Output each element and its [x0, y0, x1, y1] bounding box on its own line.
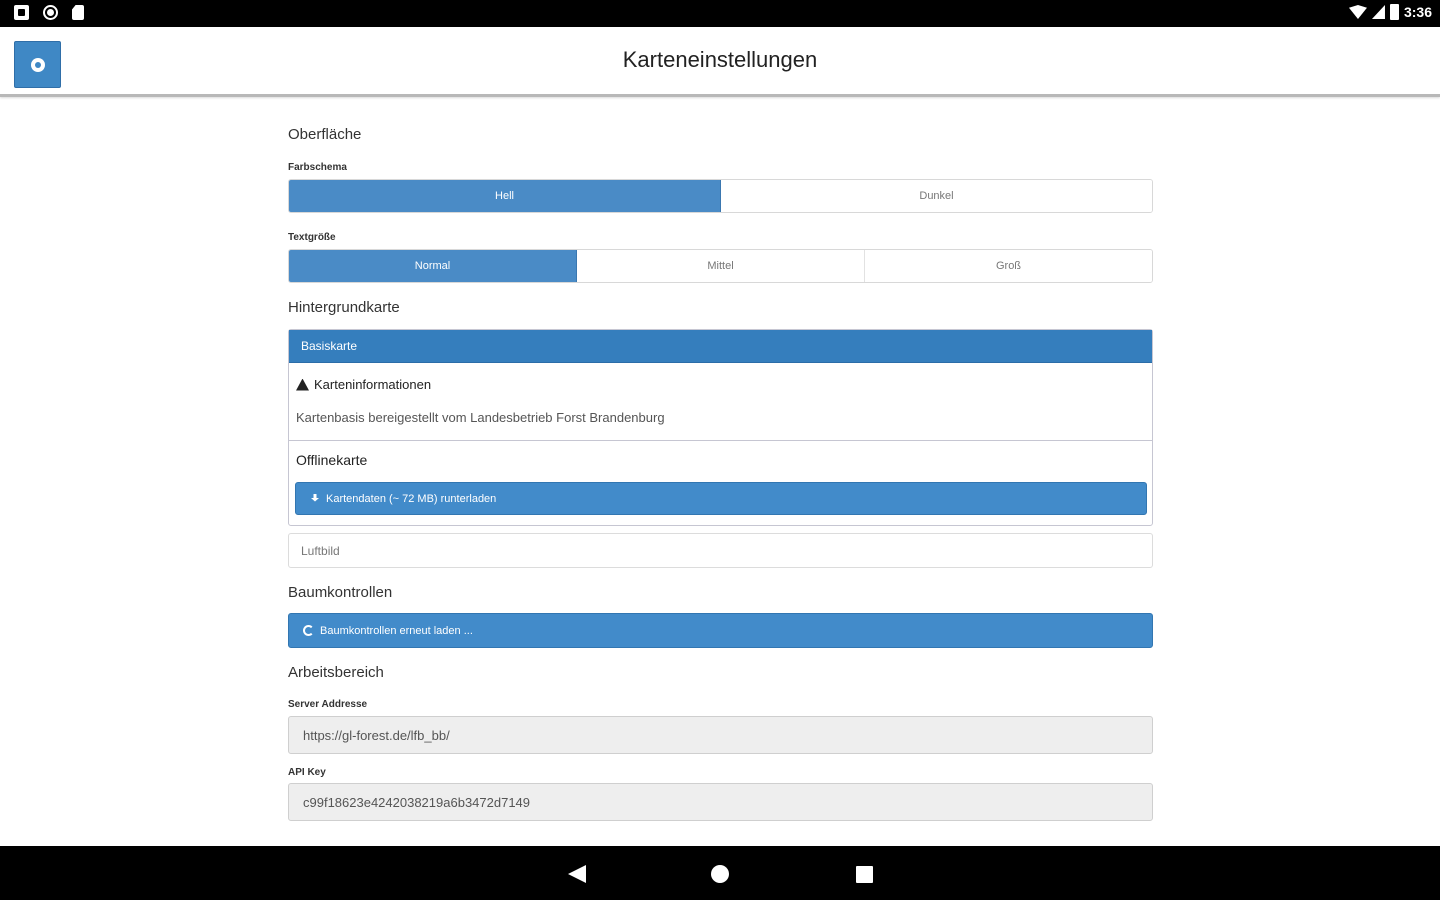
- reload-tree-controls-button[interactable]: Baumkontrollen erneut laden ...: [288, 613, 1153, 648]
- download-map-label: Kartendaten (~ 72 MB) runterladen: [326, 492, 497, 505]
- app-header: Karteneinstellungen: [0, 27, 1440, 97]
- text-size-option-normal[interactable]: Normal: [289, 250, 577, 282]
- base-map-panel: Basiskarte Karteninformationen Kartenbas…: [288, 329, 1153, 526]
- wifi-icon: [1348, 5, 1367, 19]
- status-time: 3:36: [1403, 4, 1432, 20]
- battery-icon: [1389, 4, 1399, 20]
- download-icon: [311, 493, 319, 502]
- color-scheme-option-hell[interactable]: Hell: [289, 180, 721, 212]
- reload-tree-controls-label: Baumkontrollen erneut laden ...: [320, 624, 473, 637]
- status-bar: 3:36: [0, 0, 1440, 27]
- base-map-header[interactable]: Basiskarte: [289, 330, 1152, 363]
- panel-divider: [289, 440, 1152, 441]
- map-info-title: Karteninformationen: [296, 377, 431, 392]
- recent-apps-icon[interactable]: [856, 866, 873, 883]
- sd-card-icon: [72, 5, 84, 20]
- text-size-option-mittel[interactable]: Mittel: [577, 250, 865, 282]
- api-key-label: API Key: [288, 767, 326, 778]
- home-icon[interactable]: [711, 865, 729, 883]
- sync-circle-icon: [43, 5, 58, 20]
- text-size-option-gross[interactable]: Groß: [865, 250, 1152, 282]
- section-title-surface: Oberfläche: [288, 126, 362, 143]
- map-info-text: Kartenbasis bereigestellt vom Landesbetr…: [296, 410, 665, 425]
- color-scheme-option-dunkel[interactable]: Dunkel: [721, 180, 1152, 212]
- navigation-bar: [0, 846, 1440, 900]
- color-scheme-label: Farbschema: [288, 162, 347, 173]
- aerial-map-option[interactable]: Luftbild: [288, 533, 1153, 568]
- color-scheme-selector: Hell Dunkel: [288, 179, 1153, 213]
- offline-map-title: Offlinekarte: [296, 452, 368, 468]
- warning-icon: [296, 378, 309, 391]
- map-info-title-text: Karteninformationen: [314, 377, 432, 392]
- refresh-icon: [303, 625, 314, 636]
- api-key-field[interactable]: c99f18623e4242038219a6b3472d7149: [288, 783, 1153, 821]
- back-icon[interactable]: [568, 865, 586, 883]
- server-address-field[interactable]: https://gl-forest.de/lfb_bb/: [288, 716, 1153, 754]
- server-address-label: Server Addresse: [288, 699, 368, 710]
- text-size-label: Textgröße: [288, 232, 336, 243]
- section-title-tree-controls: Baumkontrollen: [288, 584, 393, 601]
- section-title-workspace: Arbeitsbereich: [288, 664, 384, 681]
- download-map-button[interactable]: Kartendaten (~ 72 MB) runterladen: [295, 482, 1147, 515]
- text-size-selector: Normal Mittel Groß: [288, 249, 1153, 283]
- notification-square-icon: [14, 5, 29, 20]
- section-title-background-map: Hintergrundkarte: [288, 299, 400, 316]
- page-title: Karteneinstellungen: [622, 47, 818, 72]
- signal-icon: [1371, 5, 1385, 19]
